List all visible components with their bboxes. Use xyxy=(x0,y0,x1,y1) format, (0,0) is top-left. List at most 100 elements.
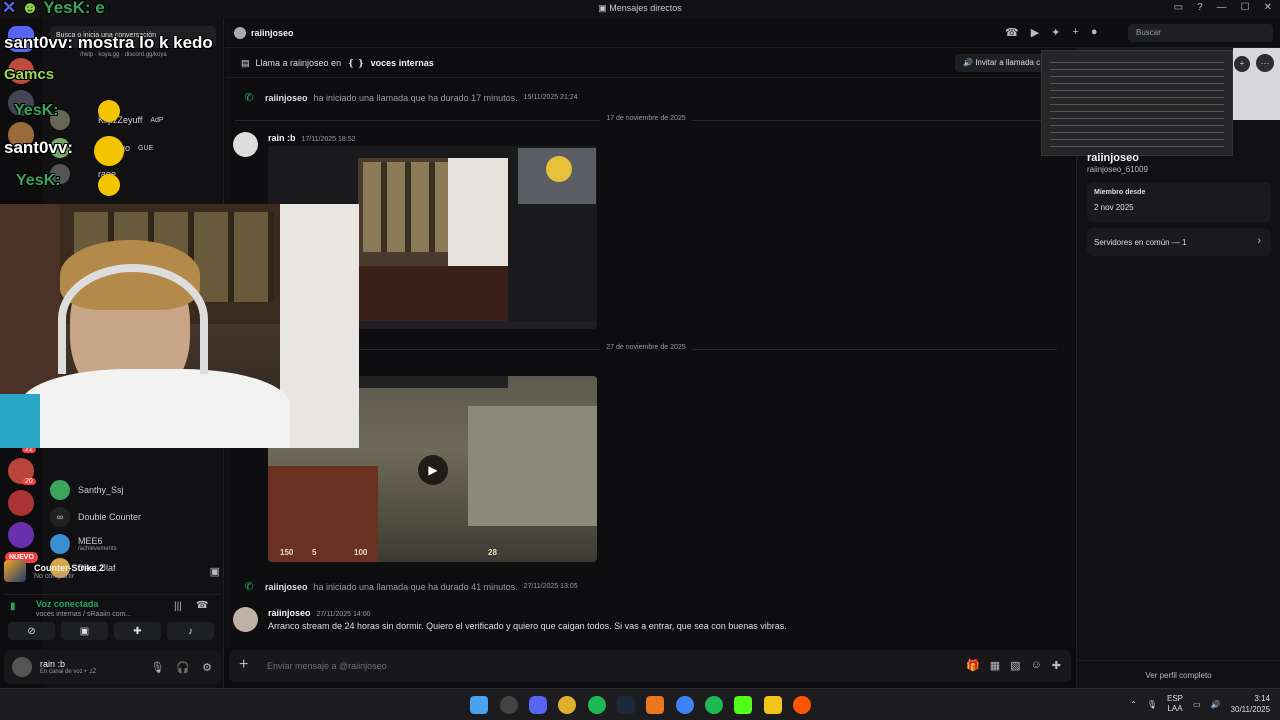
overlay-chat-line: sant0vv: mostra lo k kedo xyxy=(4,33,213,52)
phone-icon: ✆ xyxy=(244,92,254,104)
brace-icon: ❴ ❵ xyxy=(347,58,365,68)
mention-badge: 20 xyxy=(22,478,36,485)
emoji-sticker xyxy=(94,136,124,166)
activity-panel[interactable]: Counter-Strike 2 No compartir ▣ xyxy=(4,556,220,586)
emoji-icon[interactable]: ☺ xyxy=(1031,659,1042,672)
voice-status[interactable]: Voz conectada xyxy=(36,599,98,609)
headphones xyxy=(58,264,208,374)
chat-header: raiinjoseo ☎ ▶ ✦ + ● Buscar xyxy=(225,18,1280,48)
profile-toggle-icon[interactable]: ● xyxy=(1091,26,1098,39)
hud-health: 150 xyxy=(280,548,294,557)
activities-button[interactable]: ✚ xyxy=(114,622,161,640)
emoji-sticker xyxy=(98,100,120,122)
wall xyxy=(280,204,359,448)
microphone-icon[interactable]: 🎙 xyxy=(1147,700,1157,709)
voice-channel[interactable]: voces internas / sRaaiin com... xyxy=(36,611,131,618)
profile-username: raiinjoseo_61009 xyxy=(1087,165,1148,174)
avatar[interactable] xyxy=(233,132,258,157)
play-icon[interactable]: ▶ xyxy=(418,455,448,485)
stream-icon[interactable]: ▣ xyxy=(210,565,220,578)
dm-item[interactable]: MEE6 /achievements xyxy=(50,532,117,556)
discord-icon[interactable] xyxy=(529,696,547,714)
avatar[interactable] xyxy=(12,657,32,677)
screen-preview xyxy=(1041,50,1233,156)
title-bar: ▣ Mensajes directos ▭ ? — ☐ ✕ xyxy=(0,0,1280,18)
maximize-button[interactable]: ☐ xyxy=(1241,2,1250,13)
game-subtitle: No compartir xyxy=(34,572,75,580)
chevron-up-icon[interactable]: ⌃ xyxy=(1130,700,1137,709)
system-message: ✆ raiinjoseo ha iniciado una llamada que… xyxy=(239,580,577,593)
dm-item[interactable]: Santhy_Ssj xyxy=(50,478,124,502)
language-indicator[interactable]: ESP LAA xyxy=(1167,694,1183,714)
message-input[interactable]: Enviar mensaje a @raiinjoseo xyxy=(267,661,387,671)
pin-icon[interactable]: ✦ xyxy=(1051,26,1060,39)
phone-icon: ✆ xyxy=(244,581,254,593)
member-since-card: Miembro desde 2 nov 2025 xyxy=(1087,182,1271,222)
app-icon[interactable] xyxy=(500,696,518,714)
network-icon[interactable]: ▭ xyxy=(1193,700,1201,709)
message-text: Arranco stream de 24 horas sin dormir. Q… xyxy=(268,621,787,631)
hud-ammo: 100 xyxy=(354,548,368,557)
date-divider: 17 de noviembre de 2025 xyxy=(235,115,1057,125)
message-header: rain :b 17/11/2025 18:52 xyxy=(268,133,356,143)
person-shirt xyxy=(20,369,290,448)
add-friend-icon[interactable]: + xyxy=(1072,26,1078,39)
close-button[interactable]: ✕ xyxy=(1264,2,1272,13)
apps-icon[interactable]: ✚ xyxy=(1052,659,1061,672)
soundcloud-icon[interactable] xyxy=(793,696,811,714)
overlay-chat-line: YesK: xyxy=(16,172,61,189)
mutual-servers-row[interactable]: Servidores en común — 1 › xyxy=(1087,228,1271,256)
start-icon[interactable] xyxy=(470,696,488,714)
double-counter-icon: ∞ xyxy=(50,507,70,527)
user-panel: rain :b En canal de voz • .zZ 🎙 🎧 ⚙ xyxy=(4,650,220,684)
sticker-icon[interactable]: ▧ xyxy=(1010,659,1020,672)
clock[interactable]: 3:14 30/11/2025 xyxy=(1231,693,1270,715)
system-message: ✆ raiinjoseo ha iniciado una llamada que… xyxy=(239,91,577,104)
video-call-icon[interactable]: ▶ xyxy=(1031,26,1039,39)
inbox-icon: ▣ xyxy=(598,3,607,13)
attach-icon[interactable]: + xyxy=(239,656,248,674)
taskbar: ⌃ 🎙 ESP LAA ▭ 🔊 3:14 30/11/2025 xyxy=(0,688,1280,720)
chat-title: raiinjoseo xyxy=(251,28,294,38)
call-icon[interactable]: ☎ xyxy=(1005,26,1019,39)
server-icon[interactable] xyxy=(8,522,34,548)
help-icon[interactable]: ? xyxy=(1197,2,1203,13)
screen-share-button[interactable]: ▣ xyxy=(61,622,108,640)
camera-off-button[interactable]: ⊘ xyxy=(8,622,55,640)
dm-item[interactable]: ∞ Double Counter xyxy=(50,505,141,529)
headphones-icon[interactable]: 🎧 xyxy=(176,661,190,674)
microphone-icon[interactable]: 🎙 xyxy=(150,661,164,674)
spotify-icon[interactable] xyxy=(588,696,606,714)
profile-panel: raiinjoseo raiinjoseo_61009 Miembro desd… xyxy=(1041,48,1280,688)
gif-icon[interactable]: ▦ xyxy=(990,659,1000,672)
screen-share-icon[interactable]: ▭ xyxy=(1174,2,1183,13)
hud-armor: 5 xyxy=(312,548,317,557)
game-title: Counter-Strike 2 xyxy=(34,562,105,573)
avatar[interactable] xyxy=(233,607,258,632)
message-composer[interactable]: + Enviar mensaje a @raiinjoseo 🎁 ▦ ▧ ☺ ✚ xyxy=(229,650,1071,682)
chevron-right-icon: › xyxy=(1257,235,1261,247)
avatar xyxy=(234,27,246,39)
soundboard-button[interactable]: ♪ xyxy=(167,622,214,640)
steam-icon[interactable] xyxy=(617,696,635,714)
chrome-icon[interactable] xyxy=(558,696,576,714)
more-icon[interactable]: ⋯ xyxy=(1256,54,1274,72)
app-icon[interactable] xyxy=(646,696,664,714)
disconnect-icon[interactable]: ☎ xyxy=(196,600,208,611)
add-friend-icon[interactable]: + xyxy=(1234,56,1250,72)
app-icon[interactable] xyxy=(676,696,694,714)
view-full-profile-link[interactable]: Ver perfil completo xyxy=(1077,660,1280,680)
signal-icon: ▮ xyxy=(10,601,16,612)
settings-icon[interactable]: ⚙ xyxy=(202,661,212,674)
spotify-icon[interactable] xyxy=(705,696,723,714)
app-icon[interactable] xyxy=(764,696,782,714)
gift-icon[interactable]: 🎁 xyxy=(966,659,980,672)
cs2-icon xyxy=(4,560,26,582)
server-icon[interactable] xyxy=(8,490,34,516)
minimize-button[interactable]: — xyxy=(1217,2,1227,13)
noise-suppression-icon[interactable]: ||| xyxy=(174,601,182,612)
search-input[interactable]: Buscar xyxy=(1128,24,1273,42)
overlay-chat-line: sant0vv: xyxy=(4,138,73,157)
kick-icon[interactable] xyxy=(734,696,752,714)
volume-icon[interactable]: 🔊 xyxy=(1211,700,1221,709)
